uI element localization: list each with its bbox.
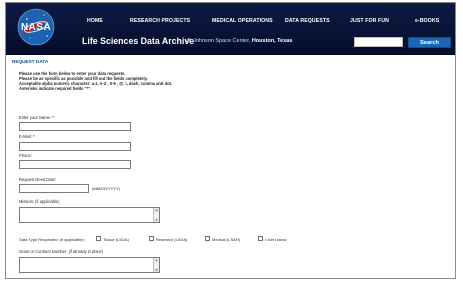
data-type-row: Data Type Requested: (if applicable): Ti… <box>19 236 349 244</box>
request-date-label: Request Need Date: <box>19 177 57 182</box>
email-label-text: E-Mail: <box>19 134 32 139</box>
mission-textarea[interactable]: ▲ ▼ <box>19 207 160 223</box>
name-label-text: Enter your Name: <box>19 115 52 120</box>
site-subtitle-prefix: @ Johnson Space Center, <box>186 38 251 44</box>
main-nav: HOME RESEARCH PROJECTS MEDICAL OPERATION… <box>70 10 455 32</box>
instructions: Please use the form below to enter your … <box>19 71 289 91</box>
name-label: Enter your Name: * <box>19 115 54 120</box>
title-bar: Life Sciences Data Archive @ Johnson Spa… <box>70 34 455 52</box>
site-title: Life Sciences Data Archive <box>82 36 195 46</box>
data-type-label: Data Type Requested: (if applicable): <box>19 237 85 242</box>
date-format-hint: (MM/DD/YYYY) <box>92 186 120 191</box>
nasa-meatball-icon: NASA <box>17 8 55 46</box>
instruction-line: Asterisks indicate required fields "*". <box>19 86 92 92</box>
email-field[interactable] <box>19 142 131 151</box>
phone-field[interactable] <box>19 160 131 169</box>
search-button[interactable]: Search <box>408 37 451 48</box>
checkbox-medical[interactable] <box>205 236 210 241</box>
nav-item-ebooks[interactable]: e-BOOKS <box>415 10 439 32</box>
site-subtitle: @ Johnson Space Center, Houston, Texas <box>186 38 292 44</box>
nasa-logo[interactable]: NASA <box>17 8 55 46</box>
nav-item-just-for-fun[interactable]: JUST FOR FUN <box>350 10 389 32</box>
site-subtitle-location: Houston, Texas <box>251 38 293 44</box>
grant-textarea[interactable]: ▲ ▼ <box>19 257 160 273</box>
checkbox-unknown[interactable] <box>258 236 263 241</box>
nav-item-data-requests[interactable]: DATA REQUESTS <box>285 10 330 32</box>
request-date-field[interactable] <box>19 184 89 193</box>
nav-item-medical-operations[interactable]: MEDICAL OPERATIONS <box>212 10 273 32</box>
nav-item-home[interactable]: HOME <box>87 10 103 32</box>
checkbox-unknown-label[interactable]: I don't know <box>265 237 286 242</box>
name-field[interactable] <box>19 122 131 131</box>
nav-item-research-projects[interactable]: RESEARCH PROJECTS <box>130 10 190 32</box>
scroll-down-icon[interactable]: ▼ <box>154 218 159 222</box>
browser-frame: NASA HOME RESEARCH PROJECTS MEDICAL OPER… <box>5 2 456 279</box>
scroll-up-icon[interactable]: ▲ <box>154 258 159 262</box>
section-title: REQUEST DATA <box>12 59 49 64</box>
scroll-up-icon[interactable]: ▲ <box>154 208 159 212</box>
checkbox-medical-label[interactable]: Medical (LSAH) <box>212 237 240 242</box>
scroll-down-icon[interactable]: ▼ <box>154 268 159 272</box>
email-label: E-Mail: * <box>19 134 34 139</box>
checkbox-research[interactable] <box>149 236 154 241</box>
checkbox-research-label[interactable]: Research (LSDA) <box>156 237 187 242</box>
checkbox-tissue[interactable] <box>96 236 101 241</box>
site-header: NASA HOME RESEARCH PROJECTS MEDICAL OPER… <box>6 3 455 55</box>
mission-label: Mission: (if applicable) <box>19 199 60 204</box>
required-mark: * <box>32 134 35 139</box>
grant-label: Grant or Contract Number: (if already in… <box>19 249 104 254</box>
nasa-logo-text: NASA <box>21 22 51 33</box>
required-mark: * <box>52 115 54 120</box>
checkbox-tissue-label[interactable]: Tissue (LSDA) <box>103 237 129 242</box>
phone-label: Phone: <box>19 153 32 158</box>
grant-scrollbar[interactable]: ▲ ▼ <box>153 258 159 272</box>
mission-scrollbar[interactable]: ▲ ▼ <box>153 208 159 222</box>
search-input[interactable] <box>354 37 403 47</box>
main-content: REQUEST DATA Please use the form below t… <box>6 55 455 278</box>
